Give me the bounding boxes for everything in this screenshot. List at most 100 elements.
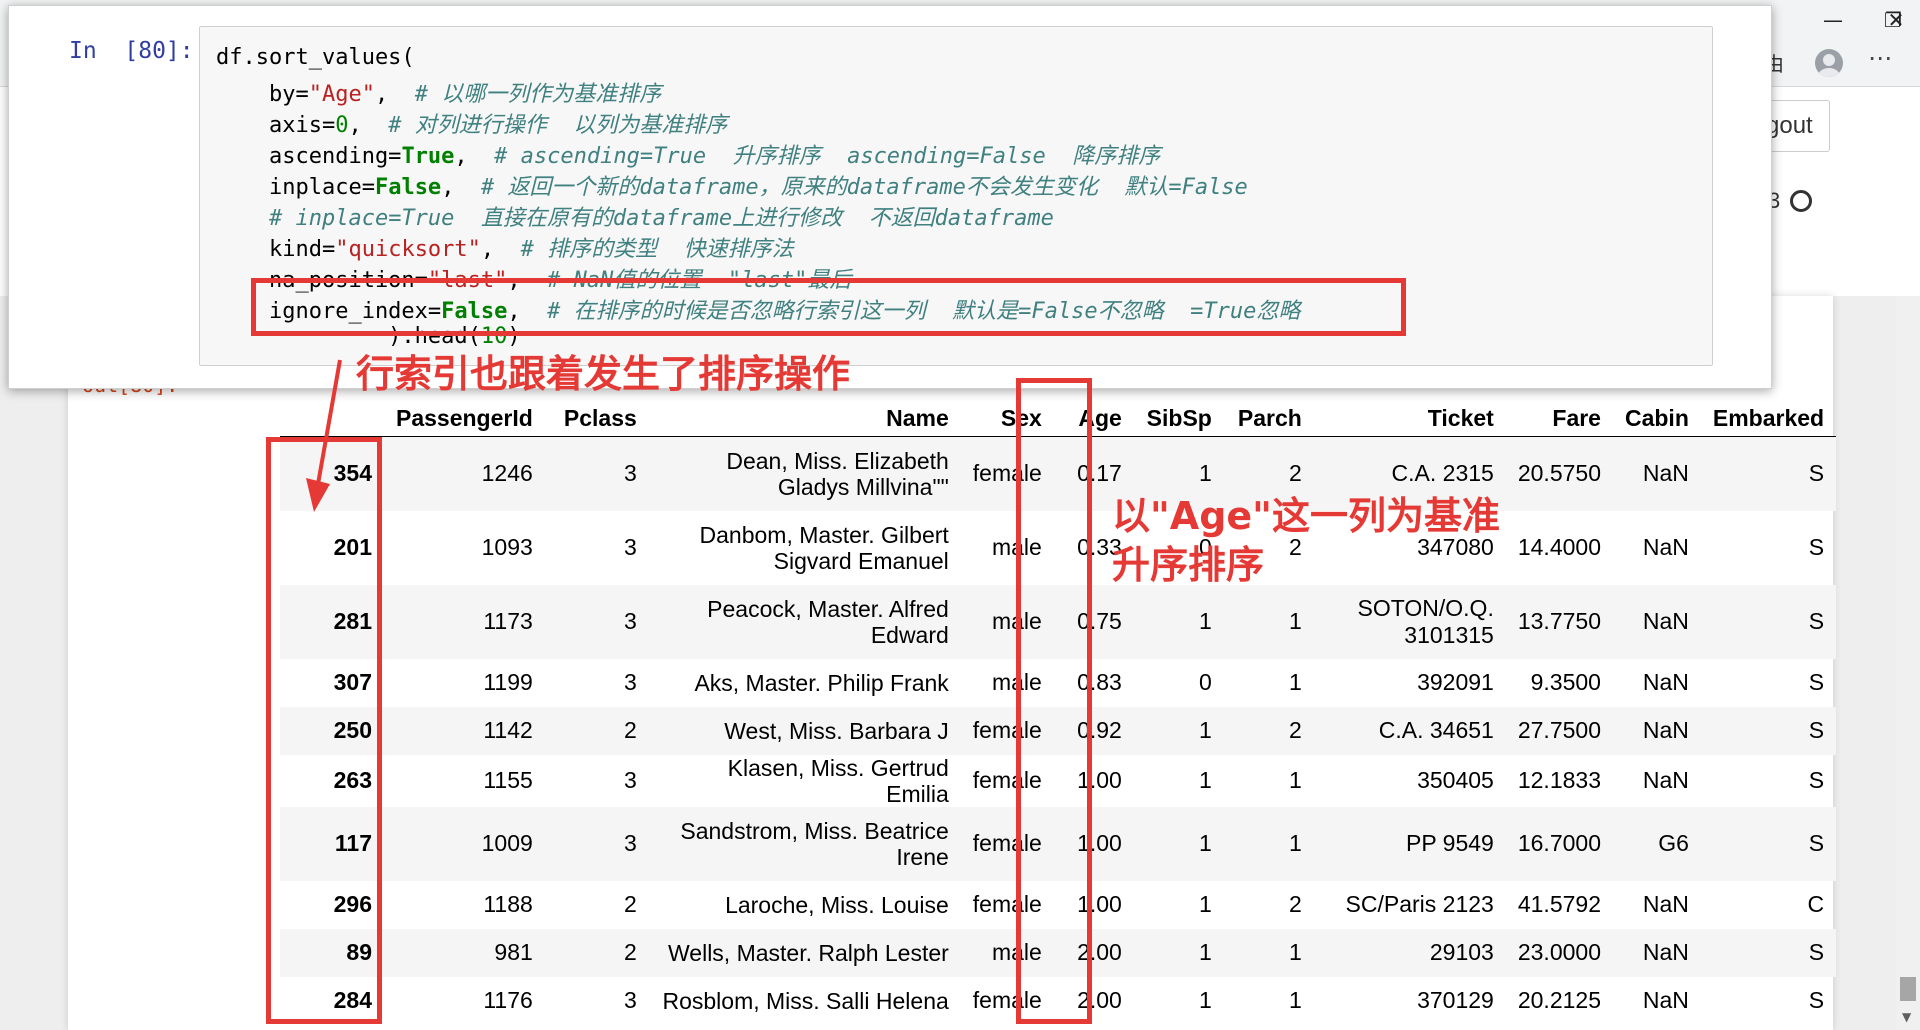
cell-embarked: S bbox=[1808, 767, 1825, 793]
cell-passengerid: 1142 bbox=[483, 717, 533, 743]
code-line: by="Age", # 以哪一列作为基准排序 bbox=[216, 76, 661, 108]
cell-name: Laroche, Miss. Louise bbox=[725, 891, 949, 918]
cell-cabin: NaN bbox=[1642, 987, 1689, 1013]
cell-ticket: 370129 bbox=[1417, 987, 1494, 1013]
cell-parch: 2 bbox=[1289, 891, 1302, 917]
minimize-button[interactable]: — bbox=[1803, 0, 1863, 40]
cell-passengerid: 1155 bbox=[483, 767, 533, 793]
code-token: , bbox=[454, 144, 495, 169]
close-window-button[interactable]: ✕ bbox=[1866, 0, 1920, 40]
cell-embarked: S bbox=[1808, 987, 1825, 1013]
cell-fare: 9.3500 bbox=[1530, 669, 1601, 695]
code-token: # 排序的类型 快速排序法 bbox=[520, 237, 794, 262]
cell-passengerid: 1009 bbox=[481, 830, 533, 856]
cell-name: West, Miss. Barbara J bbox=[724, 717, 949, 744]
column-header: Pclass bbox=[544, 398, 649, 437]
cell-pclass: 3 bbox=[624, 608, 637, 634]
code-token: False bbox=[374, 175, 442, 200]
cell-name: Danbom, Master. Gilbert Sigvard Emanuel bbox=[699, 521, 949, 574]
input-prompt: In [80]: bbox=[69, 38, 194, 64]
column-header: Name bbox=[648, 398, 961, 437]
page-scrollbar[interactable] bbox=[1896, 296, 1920, 1030]
cell-fare: 13.7750 bbox=[1517, 608, 1601, 634]
code-line: axis=0, # 对列进行操作 以列为基准排序 bbox=[216, 107, 727, 139]
cell-pclass: 3 bbox=[624, 830, 637, 856]
cell-fare: 16.7000 bbox=[1517, 830, 1601, 856]
cell-passengerid: 1173 bbox=[483, 608, 533, 634]
cell-fare: 23.0000 bbox=[1517, 939, 1601, 965]
cell-ticket: SOTON/O.Q. 3101315 bbox=[1357, 594, 1494, 648]
cell-embarked: S bbox=[1808, 460, 1825, 487]
cell-passengerid: 981 bbox=[494, 939, 533, 965]
code-token: # 对列进行操作 以列为基准排序 bbox=[388, 113, 728, 138]
cell-parch: 1 bbox=[1289, 767, 1302, 793]
cell-passengerid: 1176 bbox=[483, 987, 533, 1013]
cell-name: Wells, Master. Ralph Lester bbox=[668, 939, 949, 966]
column-header: SibSp bbox=[1133, 398, 1224, 437]
code-token: by= bbox=[216, 82, 309, 107]
cell-fare: 12.1833 bbox=[1517, 767, 1601, 793]
cell-ticket: SC/Paris 2123 bbox=[1345, 891, 1494, 917]
cell-sibsp: 1 bbox=[1199, 608, 1212, 634]
cell-pclass: 2 bbox=[624, 717, 637, 743]
cell-embarked: S bbox=[1808, 830, 1825, 856]
cell-pclass: 3 bbox=[624, 669, 637, 695]
profile-avatar-icon[interactable] bbox=[1815, 49, 1843, 77]
cell-parch: 1 bbox=[1289, 939, 1302, 965]
column-header: Fare bbox=[1505, 398, 1613, 437]
cell-fare: 14.4000 bbox=[1517, 534, 1601, 560]
cell-passengerid: 1246 bbox=[481, 460, 533, 487]
kernel-indicator: 3 bbox=[1768, 188, 1813, 214]
cell-pclass: 2 bbox=[624, 891, 637, 917]
cell-embarked: S bbox=[1808, 939, 1825, 965]
cell-embarked: C bbox=[1807, 891, 1825, 917]
code-token: # ascending=True 升序排序 ascending=False 降序… bbox=[494, 144, 1161, 169]
code-token: "quicksort" bbox=[335, 237, 481, 262]
cell-parch: 1 bbox=[1289, 987, 1302, 1013]
code-token: # 以哪一列作为基准排序 bbox=[414, 82, 662, 107]
code-token: , bbox=[374, 82, 415, 107]
column-header-index bbox=[280, 398, 384, 437]
cell-name: Peacock, Master. Alfred Edward bbox=[707, 595, 949, 648]
code-token: # 返回一个新的dataframe，原来的dataframe不会发生变化 默认=… bbox=[480, 175, 1248, 200]
code-line: ascending=True, # ascending=True 升序排序 as… bbox=[216, 138, 1160, 170]
cell-ticket: 350405 bbox=[1417, 767, 1494, 793]
cell-parch: 1 bbox=[1289, 830, 1302, 856]
cell-cabin: NaN bbox=[1642, 669, 1689, 695]
cell-fare: 20.2125 bbox=[1517, 987, 1601, 1013]
ignore-index-highlight-box bbox=[251, 278, 1406, 336]
cell-ticket: PP 9549 bbox=[1406, 830, 1494, 856]
cell-passengerid: 1093 bbox=[481, 534, 533, 560]
code-token: inplace= bbox=[216, 175, 375, 200]
index-annotation-text: 行索引也跟着发生了排序操作 bbox=[356, 352, 851, 396]
cell-embarked: S bbox=[1808, 717, 1825, 743]
cell-embarked: S bbox=[1808, 669, 1825, 695]
code-token: kind= bbox=[216, 237, 336, 262]
scroll-down-arrow-icon[interactable]: ▼ bbox=[1902, 1010, 1911, 1024]
cell-cabin: NaN bbox=[1642, 891, 1689, 917]
cell-pclass: 2 bbox=[624, 939, 637, 965]
code-token: , bbox=[441, 175, 481, 200]
cell-ticket: 29103 bbox=[1429, 939, 1494, 965]
index-column-highlight-box bbox=[266, 437, 382, 1024]
cell-ticket: 392091 bbox=[1417, 669, 1494, 695]
cell-parch: 2 bbox=[1289, 717, 1302, 743]
column-header: Ticket bbox=[1313, 398, 1506, 437]
code-line: df.sort_values( bbox=[216, 45, 415, 70]
more-menu-icon[interactable]: ⋯ bbox=[1868, 44, 1892, 72]
cell-parch: 1 bbox=[1289, 669, 1302, 695]
cell-name: Sandstrom, Miss. Beatrice Irene bbox=[680, 817, 949, 870]
cell-passengerid: 1199 bbox=[483, 669, 533, 695]
column-header: Cabin bbox=[1612, 398, 1701, 437]
scrollbar-thumb[interactable] bbox=[1900, 977, 1916, 1001]
kernel-idle-icon bbox=[1790, 190, 1813, 212]
cell-pclass: 3 bbox=[624, 987, 637, 1013]
column-header: Parch bbox=[1223, 398, 1314, 437]
cell-sibsp: 1 bbox=[1199, 830, 1212, 856]
cell-name: Dean, Miss. Elizabeth Gladys Millvina"" bbox=[726, 447, 949, 500]
cell-sibsp: 1 bbox=[1199, 987, 1212, 1013]
code-token: "Age" bbox=[308, 82, 375, 107]
cell-parch: 1 bbox=[1289, 608, 1302, 634]
cell-pclass: 3 bbox=[624, 460, 637, 487]
